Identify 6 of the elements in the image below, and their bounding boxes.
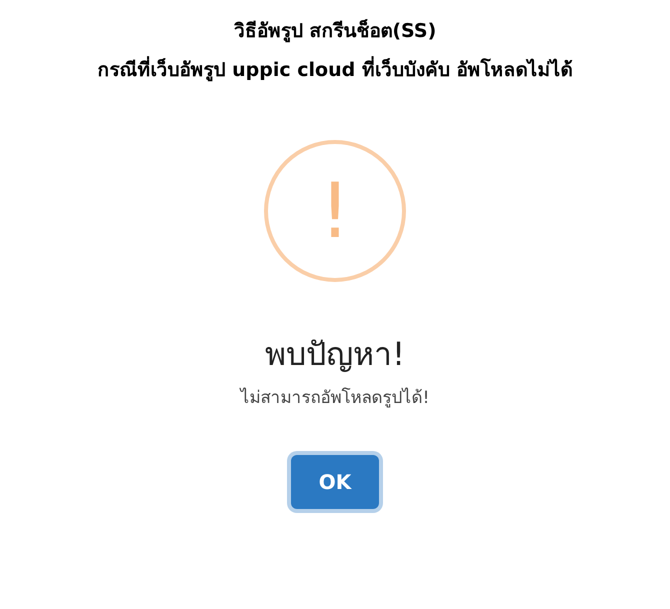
heading-text: วิธีอัพรูป สกรีนช็อต(SS) (234, 20, 436, 43)
alert-message: ไม่สามารถอัพโหลดรูปได้! (240, 386, 430, 410)
heading-text: กรณีที่เว็บอัพรูป uppic cloud ที่เว็บบังคับ อัพโหลดไม่ได้ (98, 58, 572, 82)
ok-button[interactable]: OK (290, 455, 380, 510)
alert-title: พบปัญหา! (265, 334, 405, 375)
warning-icon: ! (264, 140, 406, 282)
